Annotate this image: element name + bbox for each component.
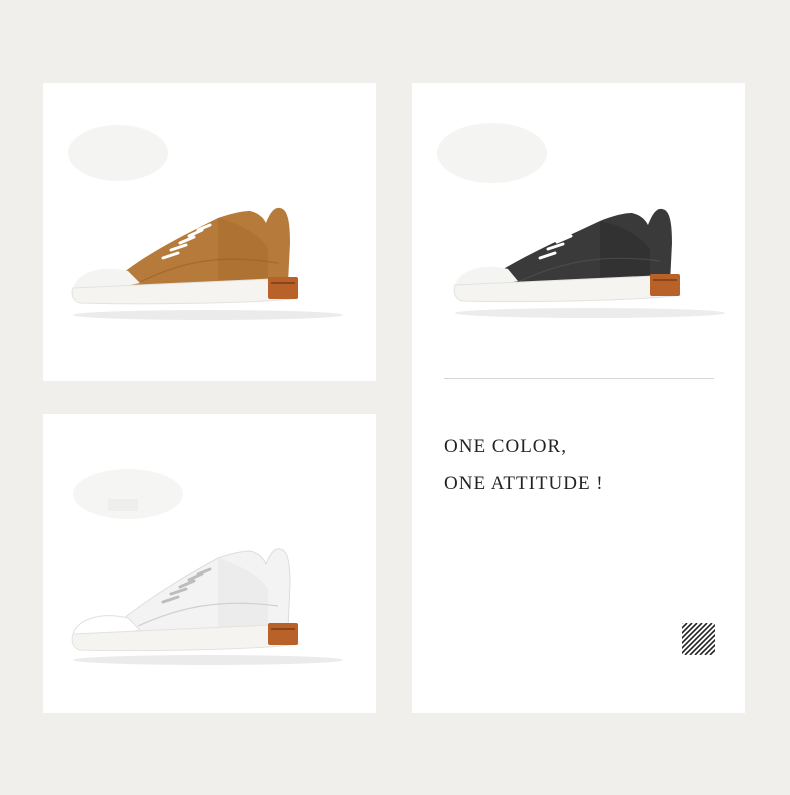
product-panel-white bbox=[43, 414, 376, 713]
tan-sneaker-icon bbox=[71, 207, 343, 320]
faded-logo-icon bbox=[437, 123, 547, 183]
product-panel-tan bbox=[43, 83, 376, 381]
tagline-line-2: ONE ATTITUDE ! bbox=[444, 473, 604, 494]
diagonal-stripes-icon bbox=[682, 623, 715, 655]
faded-logo-icon bbox=[73, 469, 183, 519]
black-sneaker-icon bbox=[453, 208, 725, 318]
tagline-line-1: ONE COLOR, bbox=[444, 436, 567, 457]
divider-line bbox=[444, 378, 714, 379]
faded-logo-icon bbox=[68, 125, 168, 181]
product-panel-black: ONE COLOR, ONE ATTITUDE ! bbox=[412, 83, 745, 713]
white-sneaker-icon bbox=[71, 548, 343, 665]
